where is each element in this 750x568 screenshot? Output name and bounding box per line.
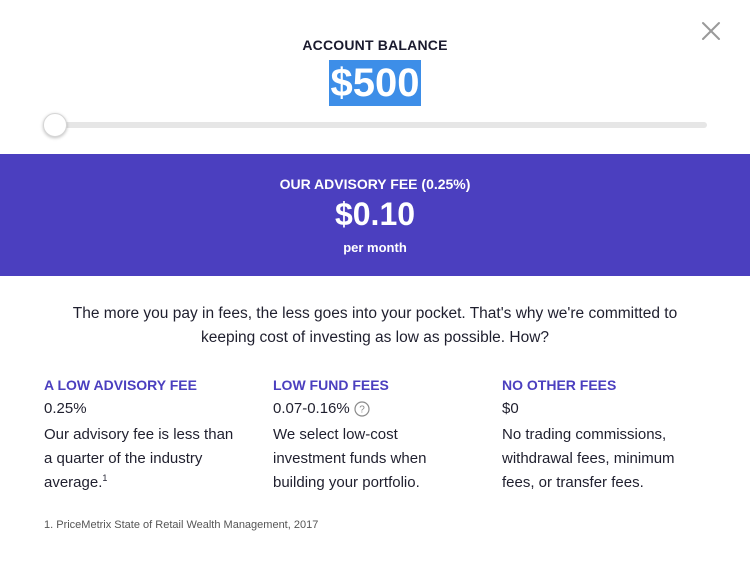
account-balance-input[interactable]: $500 <box>328 60 422 106</box>
column-title: LOW FUND FEES <box>273 377 389 393</box>
footnote-marker: 1 <box>102 473 108 483</box>
question-circle-icon[interactable]: ? <box>354 401 370 417</box>
column-value: $0 <box>502 400 519 417</box>
balance-slider[interactable] <box>43 113 707 138</box>
fee-columns: A LOW ADVISORY FEE 0.25% Our advisory fe… <box>44 376 724 496</box>
fee-calculator-modal: ACCOUNT BALANCE $500 OUR ADVISORY FEE (0… <box>0 0 750 568</box>
advisory-fee-amount: $0.10 <box>334 196 416 232</box>
advisory-fee-banner: OUR ADVISORY FEE (0.25%) $0.10 per month <box>0 154 750 276</box>
svg-text:?: ? <box>359 405 365 416</box>
column-value: 0.25% <box>44 400 87 417</box>
footnote: 1. PriceMetrix State of Retail Wealth Ma… <box>44 519 319 531</box>
column-low-fund-fees: LOW FUND FEES 0.07-0.16% ? We select low… <box>273 376 473 495</box>
column-title: NO OTHER FEES <box>502 377 617 393</box>
column-title: A LOW ADVISORY FEE <box>44 377 197 393</box>
column-description-text: Our advisory fee is less than a quarter … <box>44 426 234 491</box>
column-no-other-fees: NO OTHER FEES $0 No trading commissions,… <box>502 376 702 495</box>
column-low-advisory-fee: A LOW ADVISORY FEE 0.25% Our advisory fe… <box>44 376 244 495</box>
account-balance-value-wrap: $500 <box>0 60 750 106</box>
slider-thumb[interactable] <box>43 113 67 137</box>
account-balance-label: ACCOUNT BALANCE <box>302 37 448 53</box>
column-value: 0.07-0.16% <box>273 400 350 417</box>
column-description: Our advisory fee is less than a quarter … <box>44 423 244 495</box>
intro-text: The more you pay in fees, the less goes … <box>72 305 678 346</box>
column-description: No trading commissions, withdrawal fees,… <box>502 426 675 491</box>
advisory-fee-label: OUR ADVISORY FEE (0.25%) <box>279 176 471 192</box>
column-description: We select low-cost investment funds when… <box>273 426 427 491</box>
column-value-row: 0.07-0.16% ? <box>273 399 473 419</box>
advisory-fee-period: per month <box>343 240 407 255</box>
slider-track[interactable] <box>53 122 707 128</box>
